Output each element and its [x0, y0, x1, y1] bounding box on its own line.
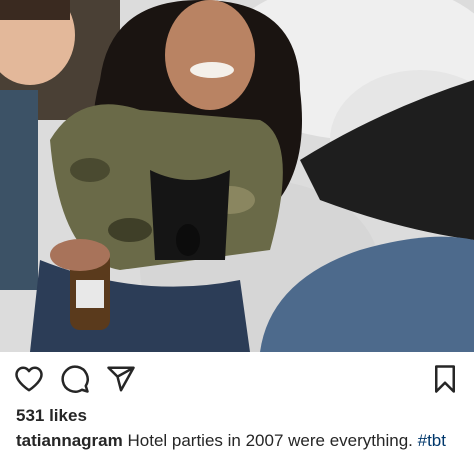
paper-plane-icon-graphic: [107, 366, 135, 392]
photo-illustration: [0, 0, 474, 352]
paper-plane-icon[interactable]: [106, 364, 136, 394]
action-bar: [0, 352, 474, 406]
comment-icon-graphic: [61, 365, 89, 393]
caption-username[interactable]: tatiannagram: [16, 431, 123, 450]
heart-icon[interactable]: [14, 364, 44, 394]
heart-icon-graphic: [15, 366, 43, 392]
caption-hashtag[interactable]: #tbt: [418, 431, 446, 450]
post-caption: tatiannagram Hotel parties in 2007 were …: [16, 431, 446, 451]
bookmark-icon-graphic: [435, 365, 455, 393]
bookmark-icon[interactable]: [430, 364, 460, 394]
likes-count[interactable]: 531 likes: [16, 406, 87, 426]
caption-text: Hotel parties in 2007 were everything.: [127, 431, 413, 450]
post-photo[interactable]: [0, 0, 474, 352]
comment-icon[interactable]: [60, 364, 90, 394]
